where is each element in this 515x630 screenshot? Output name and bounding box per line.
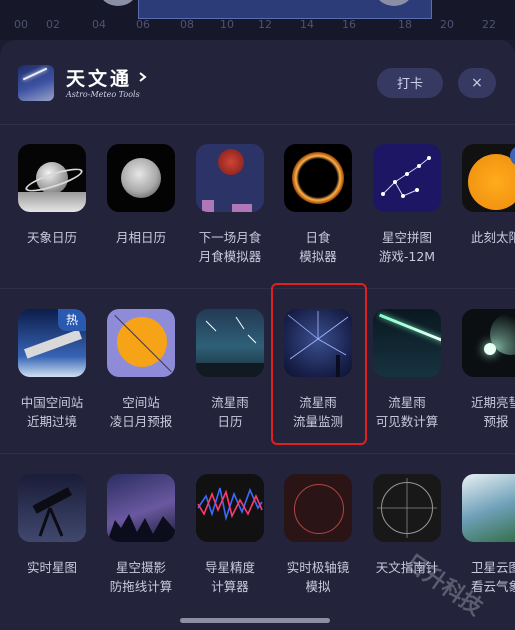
- tool-label: 实时极轴镜 模拟: [286, 560, 350, 594]
- tool-label: 流星雨 日历: [211, 395, 249, 429]
- tool-astro-calendar[interactable]: 天象日历: [6, 144, 98, 247]
- app-title[interactable]: 天文通: [66, 64, 132, 91]
- tool-label: 月相日历: [115, 230, 166, 245]
- telescope-icon: [18, 474, 86, 542]
- home-indicator[interactable]: [180, 618, 330, 623]
- tool-guiding-calc[interactable]: 导星精度 计算器: [184, 474, 276, 596]
- tool-label: 流星雨 可见数计算: [375, 395, 439, 429]
- tool-label: 实时星图: [26, 560, 77, 575]
- tool-meteor-calendar[interactable]: 流星雨 日历: [184, 309, 276, 431]
- tool-polar-scope[interactable]: 实时极轴镜 模拟: [272, 474, 364, 596]
- tool-meteor-count[interactable]: 流星雨 可见数计算: [361, 309, 453, 431]
- tool-space-station-pass[interactable]: 热 中国空间站 近期过境: [6, 309, 98, 431]
- tick-label: 14: [300, 18, 314, 31]
- timeline-ticks: 00 02 04 06 08 10 12 14 16 18 20 22: [0, 0, 515, 34]
- tool-star-puzzle[interactable]: 星空拼图 游戏-12M: [361, 144, 453, 266]
- tool-label: 中国空间站 近期过境: [20, 395, 84, 429]
- lunar-eclipse-icon: [196, 144, 264, 212]
- tool-station-transit[interactable]: 空间站 凌日月预报: [95, 309, 187, 431]
- space-station-icon: 热: [18, 309, 86, 377]
- app-logo: [18, 65, 54, 101]
- tool-sun-now[interactable]: 新 此刻太阳: [450, 144, 515, 247]
- constellation-icon: [373, 144, 441, 212]
- tool-lunar-eclipse[interactable]: 下一场月食 月食模拟器: [184, 144, 276, 266]
- tool-label: 此刻太阳: [470, 230, 515, 245]
- tool-label: 导星精度 计算器: [204, 560, 255, 594]
- tick-label: 00: [14, 18, 28, 31]
- tick-label: 08: [180, 18, 194, 31]
- tool-label: 空间站 凌日月预报: [109, 395, 173, 429]
- timeline-strip: 00 02 04 06 08 10 12 14 16 18 20 22: [0, 0, 515, 40]
- row-divider: [0, 453, 515, 454]
- app-subtitle: Astro-Meteo Tools: [66, 90, 140, 99]
- hot-badge: 热: [58, 309, 86, 331]
- transit-icon: [107, 309, 175, 377]
- row-divider: [0, 288, 515, 289]
- tick-label: 02: [46, 18, 60, 31]
- moon-icon: [107, 144, 175, 212]
- tool-live-starmap[interactable]: 实时星图: [6, 474, 98, 577]
- tool-label: 天象日历: [26, 230, 77, 245]
- solar-eclipse-icon: [284, 144, 352, 212]
- saturn-icon: [18, 144, 86, 212]
- tool-comet-forecast[interactable]: 近期亮彗 预报: [450, 309, 515, 431]
- sheet-header: 天文通 Astro-Meteo Tools 打卡 ×: [0, 40, 515, 125]
- tool-label: 下一场月食 月食模拟器: [198, 230, 262, 264]
- tick-label: 12: [258, 18, 272, 31]
- meteor-count-icon: [373, 309, 441, 377]
- sun-icon: 新: [462, 144, 515, 212]
- milky-way-icon: [107, 474, 175, 542]
- tick-label: 10: [220, 18, 234, 31]
- tool-solar-eclipse[interactable]: 日食 模拟器: [272, 144, 364, 266]
- polar-scope-icon: [284, 474, 352, 542]
- tool-label: 星空拼图 游戏-12M: [378, 230, 436, 264]
- tick-label: 16: [342, 18, 356, 31]
- tool-star-trail-calc[interactable]: 星空摄影 防拖线计算: [95, 474, 187, 596]
- checkin-button[interactable]: 打卡: [377, 68, 443, 98]
- comet-icon: [462, 309, 515, 377]
- tool-label: 日食 模拟器: [299, 230, 337, 264]
- tool-label: 星空摄影 防拖线计算: [109, 560, 173, 594]
- tool-moon-calendar[interactable]: 月相日历: [95, 144, 187, 247]
- tick-label: 18: [398, 18, 412, 31]
- tick-label: 06: [136, 18, 150, 31]
- close-button[interactable]: ×: [458, 68, 496, 98]
- tick-label: 22: [482, 18, 496, 31]
- meteor-calendar-icon: [196, 309, 264, 377]
- guiding-graph-icon: [196, 474, 264, 542]
- highlight-box: [271, 283, 367, 445]
- tick-label: 04: [92, 18, 106, 31]
- chevron-right-icon[interactable]: [138, 72, 148, 82]
- tick-label: 20: [440, 18, 454, 31]
- tool-label: 近期亮彗 预报: [470, 395, 515, 429]
- compass-icon: [373, 474, 441, 542]
- weather-satellite-icon: [462, 474, 515, 542]
- tools-sheet: 天文通 Astro-Meteo Tools 打卡 × 天象日历 月相日历 下一场…: [0, 40, 515, 630]
